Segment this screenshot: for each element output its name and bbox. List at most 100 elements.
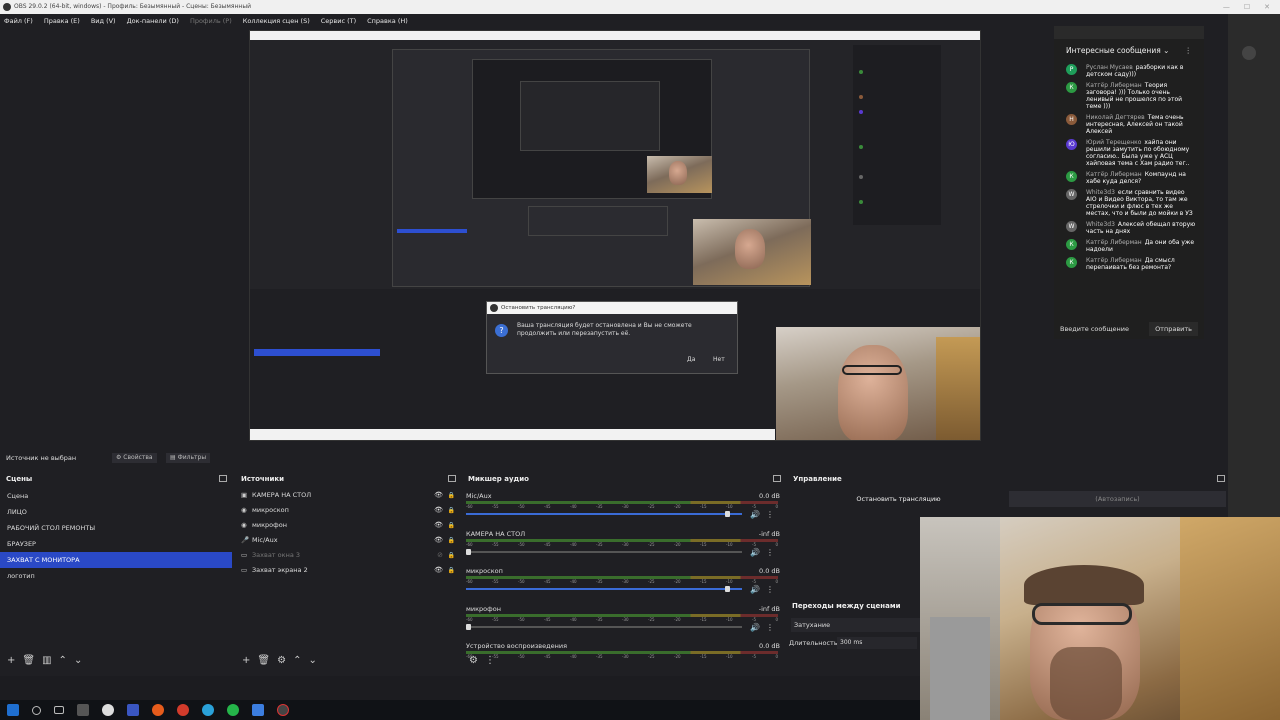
- menu-tools[interactable]: Сервис (T): [321, 14, 356, 28]
- volume-slider[interactable]: [466, 625, 742, 628]
- app-icon[interactable]: [252, 704, 264, 716]
- lock-icon[interactable]: 🔒: [448, 488, 455, 503]
- chat-input[interactable]: Введите сообщение: [1060, 319, 1129, 339]
- more-icon[interactable]: ⋮: [1185, 39, 1193, 63]
- filter-icon[interactable]: ▥: [42, 655, 51, 666]
- avatar: Н: [1066, 114, 1077, 125]
- slider-knob[interactable]: [725, 586, 731, 592]
- app-icon[interactable]: [77, 704, 89, 716]
- menu-edit[interactable]: Правка (E): [44, 14, 80, 28]
- app-icon[interactable]: [127, 704, 139, 716]
- scene-item[interactable]: ЛИЦО: [0, 504, 232, 520]
- dialog-yes-button[interactable]: Да: [683, 355, 699, 365]
- chat-title[interactable]: Интересные сообщения: [1066, 46, 1161, 55]
- trash-icon[interactable]: 🗑: [257, 655, 270, 666]
- menu-docks[interactable]: Док-панели (D): [127, 14, 179, 28]
- source-item[interactable]: ◉ микроскоп 👁 🔒: [235, 503, 461, 518]
- source-item[interactable]: ▣ КАМЕРА НА СТОЛ 👁 🔒: [235, 488, 461, 503]
- eye-icon[interactable]: 👁: [434, 503, 443, 518]
- scene-item-selected[interactable]: ЗАХВАТ С МОНИТОРА: [0, 552, 232, 568]
- menu-help[interactable]: Справка (H): [367, 14, 408, 28]
- speaker-icon[interactable]: 🔊: [750, 585, 760, 594]
- slider-knob[interactable]: [725, 511, 731, 517]
- chrome-icon[interactable]: [177, 704, 189, 716]
- minimize-icon[interactable]: —: [1223, 0, 1230, 14]
- move-up-icon[interactable]: ⌃: [59, 655, 67, 666]
- volume-slider[interactable]: [466, 588, 742, 590]
- auto-record-button[interactable]: (Автозапись): [1009, 491, 1226, 507]
- lock-icon[interactable]: 🔒: [448, 518, 455, 533]
- eye-icon[interactable]: 👁: [434, 563, 443, 578]
- add-icon[interactable]: +: [242, 655, 250, 666]
- profile-icon[interactable]: [1242, 46, 1256, 60]
- more-icon[interactable]: ⋮: [766, 510, 774, 519]
- scene-item[interactable]: РАБОЧИЙ СТОЛ РЕМОНТЫ: [0, 520, 232, 536]
- meter-tick-label: -30: [622, 579, 629, 584]
- telegram-icon[interactable]: [202, 704, 214, 716]
- duration-input[interactable]: 300 ms: [837, 637, 917, 649]
- menu-scene-collection[interactable]: Коллекция сцен (S): [243, 14, 310, 28]
- more-icon[interactable]: ⋮: [766, 623, 774, 632]
- windows-start-icon[interactable]: [7, 704, 19, 716]
- scene-item[interactable]: логотип: [0, 568, 232, 584]
- trash-icon[interactable]: 🗑: [22, 655, 35, 666]
- slider-knob[interactable]: [466, 623, 471, 630]
- nested-webcam-1: [647, 156, 712, 193]
- source-item[interactable]: 🎤 Mic/Aux 👁 🔒: [235, 533, 461, 548]
- task-view-icon[interactable]: [54, 706, 64, 714]
- source-label: КАМЕРА НА СТОЛ: [252, 491, 312, 499]
- source-item[interactable]: ▭ Захват окна 3 ⊘ 🔒: [235, 548, 461, 563]
- source-item[interactable]: ◉ микрофон 👁 🔒: [235, 518, 461, 533]
- source-item[interactable]: ▭ Захват экрана 2 👁 🔒: [235, 563, 461, 578]
- eye-icon[interactable]: 👁: [434, 488, 443, 503]
- add-icon[interactable]: +: [7, 655, 15, 666]
- gear-icon[interactable]: ⚙: [469, 655, 478, 666]
- menu-profile[interactable]: Профиль (P): [190, 14, 232, 28]
- lock-icon[interactable]: 🔒: [448, 548, 455, 563]
- speaker-icon[interactable]: 🔊: [750, 623, 760, 632]
- properties-button[interactable]: ⚙ Свойства: [112, 453, 157, 463]
- maximize-icon[interactable]: ☐: [1244, 0, 1250, 14]
- eye-icon[interactable]: 👁: [434, 518, 443, 533]
- close-icon[interactable]: ✕: [1264, 0, 1270, 14]
- more-icon[interactable]: ⋮: [766, 548, 774, 557]
- transition-type-select[interactable]: Затухание: [791, 618, 920, 632]
- undock-icon[interactable]: [219, 475, 227, 482]
- menu-view[interactable]: Вид (V): [91, 14, 116, 28]
- speaker-icon[interactable]: 🔊: [750, 548, 760, 557]
- undock-icon[interactable]: [1217, 475, 1225, 482]
- eye-icon[interactable]: 👁: [434, 533, 443, 548]
- stop-stream-button[interactable]: Остановить трансляцию: [791, 491, 1006, 507]
- slider-knob[interactable]: [466, 548, 471, 555]
- whatsapp-icon[interactable]: [227, 704, 239, 716]
- preview-canvas[interactable]: Остановить трансляцию? ? Ваша трансляция…: [249, 30, 981, 441]
- send-button[interactable]: Отправить: [1149, 322, 1198, 336]
- speaker-icon[interactable]: 🔊: [750, 510, 760, 519]
- volume-slider[interactable]: [466, 550, 742, 553]
- menu-file[interactable]: Файл (F): [4, 14, 33, 28]
- sources-footer: + 🗑 ⚙ ⌃ ⌄: [235, 650, 461, 670]
- firefox-icon[interactable]: [152, 704, 164, 716]
- search-icon[interactable]: [32, 705, 41, 715]
- move-up-icon[interactable]: ⌃: [293, 655, 301, 666]
- lock-icon[interactable]: 🔒: [448, 503, 455, 518]
- move-down-icon[interactable]: ⌄: [308, 655, 316, 666]
- lock-icon[interactable]: 🔒: [448, 563, 455, 578]
- scene-item[interactable]: БРАУЗЕР: [0, 536, 232, 552]
- eye-hidden-icon[interactable]: ⊘: [437, 548, 443, 563]
- obs-taskbar-icon[interactable]: [277, 704, 289, 716]
- nested-chat: [853, 45, 941, 225]
- dialog-no-button[interactable]: Нет: [709, 355, 729, 365]
- volume-slider[interactable]: [466, 513, 742, 515]
- move-down-icon[interactable]: ⌄: [74, 655, 82, 666]
- more-icon[interactable]: ⋮: [485, 655, 495, 666]
- undock-icon[interactable]: [448, 475, 456, 482]
- undock-icon[interactable]: [773, 475, 781, 482]
- filters-button[interactable]: ▤ Фильтры: [166, 453, 211, 463]
- gear-icon[interactable]: ⚙: [277, 655, 286, 666]
- scene-item[interactable]: Сцена: [0, 488, 232, 504]
- chevron-down-icon[interactable]: ⌄: [1161, 46, 1169, 55]
- lock-icon[interactable]: 🔒: [448, 533, 455, 548]
- yandex-browser-icon[interactable]: [102, 704, 114, 716]
- more-icon[interactable]: ⋮: [766, 585, 774, 594]
